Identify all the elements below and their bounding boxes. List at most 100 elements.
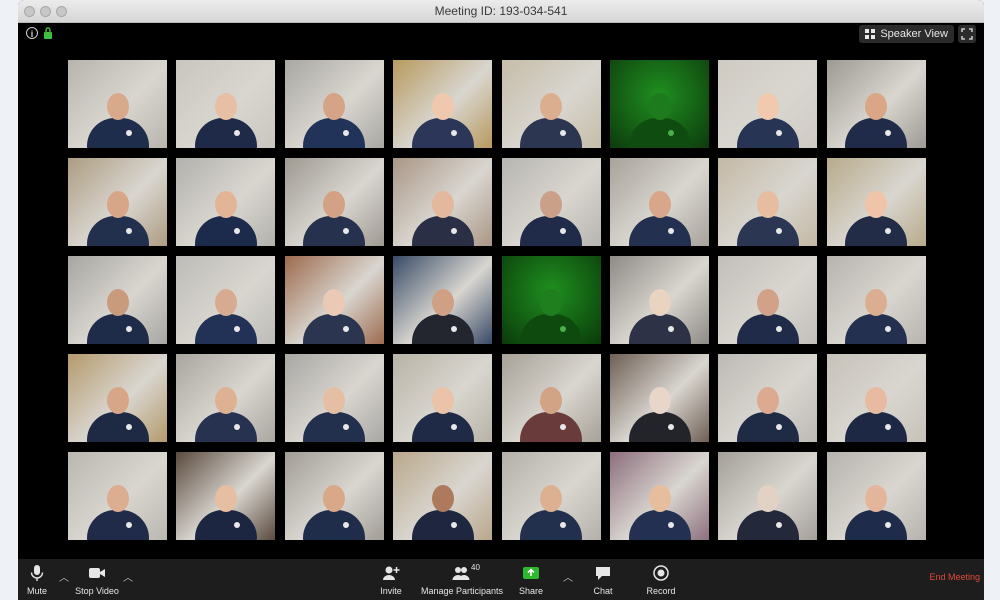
participant-video-tile[interactable] <box>393 256 493 344</box>
participant-video-tile[interactable] <box>826 452 926 540</box>
info-icon[interactable]: i <box>26 27 38 39</box>
participant-video-tile[interactable] <box>284 256 384 344</box>
chat-button[interactable]: Chat <box>588 561 618 599</box>
participant-video-tile[interactable] <box>68 158 167 246</box>
participant-body <box>845 118 908 148</box>
participant-video-tile[interactable] <box>176 158 276 246</box>
stop-video-button[interactable]: Stop Video <box>72 561 122 599</box>
mission-patch <box>559 130 566 136</box>
participant-face <box>648 191 671 218</box>
participant-video-tile[interactable] <box>610 158 709 246</box>
participant-video-tile[interactable] <box>393 60 493 148</box>
mission-patch <box>668 326 674 332</box>
participant-body <box>628 510 691 540</box>
meeting-toolbar: Mute ︿ Stop Video ︿ Invite 40 Manage Par… <box>18 559 984 600</box>
participant-face <box>756 387 779 414</box>
participant-face <box>648 485 671 512</box>
video-camera-icon <box>89 568 105 578</box>
participant-video-tile[interactable] <box>284 354 384 442</box>
participant-body <box>303 510 366 540</box>
record-label: Record <box>646 586 676 596</box>
microphone-icon <box>30 565 44 581</box>
participant-face <box>865 93 888 120</box>
participant-video-tile[interactable] <box>284 158 384 246</box>
mission-patch <box>668 130 674 136</box>
mission-patch <box>126 130 132 136</box>
participant-face <box>431 387 454 414</box>
mission-patch <box>884 424 891 430</box>
participant-video-tile[interactable] <box>718 354 818 442</box>
stop-video-label: Stop Video <box>75 586 119 596</box>
share-button[interactable]: Share <box>516 561 546 599</box>
participant-video-tile[interactable] <box>826 158 926 246</box>
participant-video-tile[interactable] <box>718 60 818 148</box>
participant-video-tile[interactable] <box>718 158 818 246</box>
participant-video-tile[interactable] <box>68 60 167 148</box>
invite-button[interactable]: Invite <box>376 561 406 599</box>
participant-video-tile[interactable] <box>284 60 384 148</box>
mission-patch <box>126 326 132 332</box>
mission-patch <box>559 326 566 332</box>
participant-video-tile[interactable] <box>826 256 926 344</box>
participant-video-tile[interactable] <box>393 452 493 540</box>
participant-video-tile[interactable] <box>826 354 926 442</box>
participant-count-badge: 40 <box>471 563 480 572</box>
lock-icon <box>44 27 52 39</box>
manage-participants-button[interactable]: 40 Manage Participants <box>421 561 503 599</box>
participant-video-tile[interactable] <box>176 354 276 442</box>
participant-body <box>628 118 691 148</box>
participant-video-tile[interactable] <box>610 256 709 344</box>
participant-video-tile[interactable] <box>393 354 493 442</box>
participant-body <box>520 510 583 540</box>
participant-video-tile[interactable] <box>501 158 601 246</box>
participant-body <box>194 216 257 246</box>
share-screen-icon <box>523 567 539 579</box>
add-person-icon <box>383 566 400 580</box>
mission-patch <box>668 228 674 234</box>
participant-video-tile[interactable] <box>501 354 601 442</box>
participant-video-tile[interactable] <box>718 256 818 344</box>
participant-video-tile[interactable] <box>501 60 601 148</box>
participant-body <box>520 216 583 246</box>
end-meeting-button[interactable]: End Meeting <box>929 572 980 582</box>
participant-video-tile[interactable] <box>68 256 167 344</box>
mission-patch <box>884 130 891 136</box>
fullscreen-button[interactable] <box>958 25 976 43</box>
participant-video-tile[interactable] <box>393 158 493 246</box>
participant-face <box>540 485 563 512</box>
participant-video-tile[interactable] <box>176 60 276 148</box>
share-options-caret-icon[interactable]: ︿ <box>563 569 573 584</box>
share-label: Share <box>518 586 544 596</box>
participant-face <box>756 289 779 316</box>
participant-body <box>303 118 366 148</box>
participant-face <box>106 387 129 414</box>
participant-face <box>540 93 563 120</box>
participant-video-tile[interactable] <box>501 452 601 540</box>
mute-button[interactable]: Mute <box>22 561 52 599</box>
participant-face <box>648 289 671 316</box>
participant-video-tile[interactable] <box>826 60 926 148</box>
participant-video-tile[interactable] <box>718 452 818 540</box>
participant-face <box>540 289 563 316</box>
participant-face <box>214 93 237 120</box>
participant-video-tile[interactable] <box>501 256 601 344</box>
participant-video-tile[interactable] <box>176 452 276 540</box>
participant-video-tile[interactable] <box>610 452 709 540</box>
audio-options-caret-icon[interactable]: ︿ <box>59 569 69 584</box>
participant-face <box>106 289 129 316</box>
participant-body <box>845 412 908 442</box>
participant-body <box>736 118 799 148</box>
participant-video-tile[interactable] <box>284 452 384 540</box>
participant-video-tile[interactable] <box>610 60 709 148</box>
record-button[interactable]: Record <box>643 561 679 599</box>
participant-body <box>411 510 474 540</box>
participant-video-tile[interactable] <box>610 354 709 442</box>
participant-body <box>736 314 799 344</box>
participant-video-tile[interactable] <box>68 354 167 442</box>
participant-video-tile[interactable] <box>176 256 276 344</box>
participant-face <box>648 387 671 414</box>
participant-face <box>323 93 346 120</box>
video-options-caret-icon[interactable]: ︿ <box>123 569 133 584</box>
speaker-view-button[interactable]: Speaker View <box>859 25 954 43</box>
participant-video-tile[interactable] <box>68 452 167 540</box>
